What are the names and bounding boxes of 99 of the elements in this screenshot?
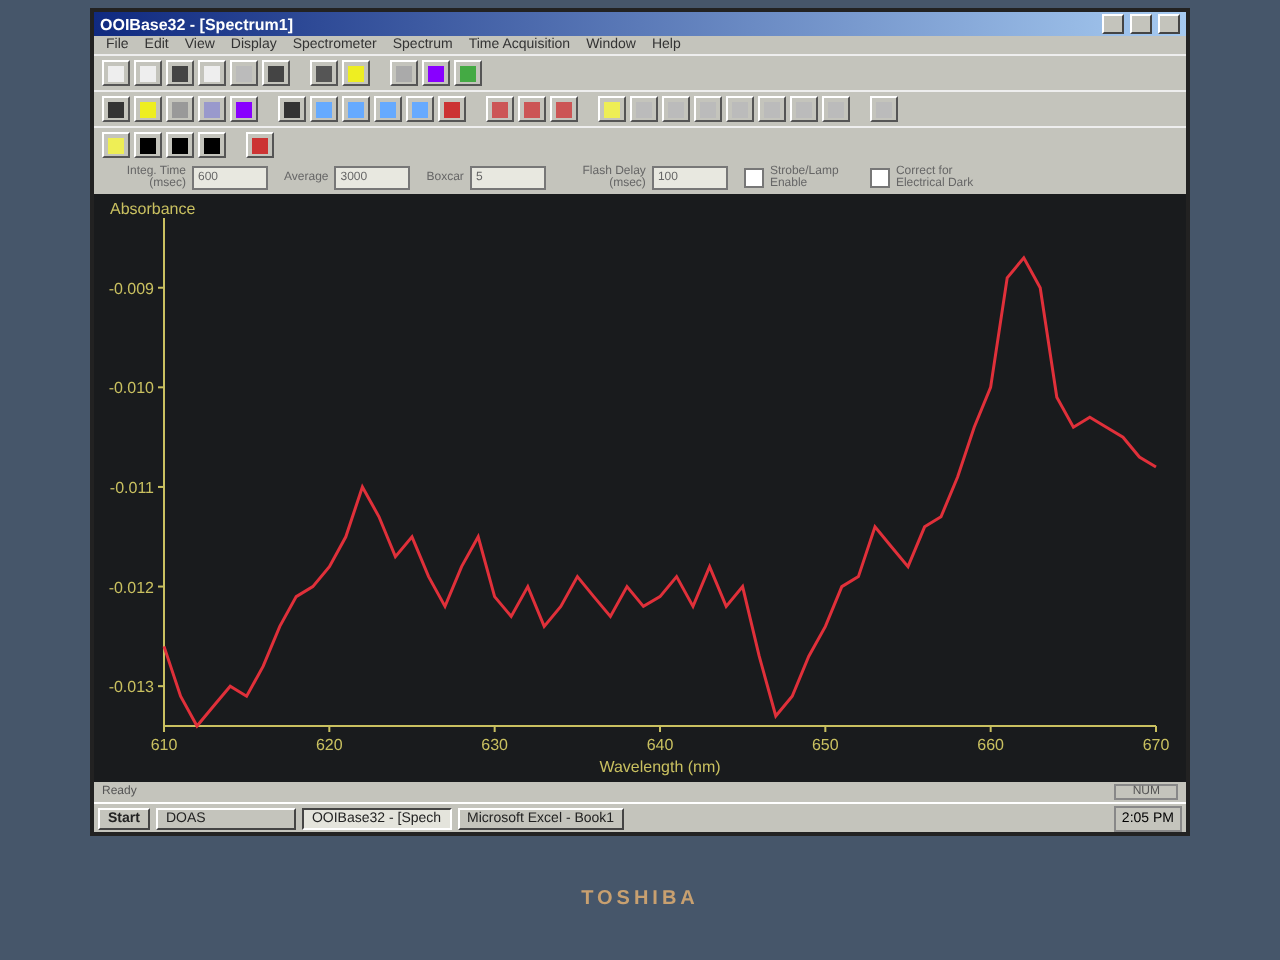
square-icon: [284, 101, 300, 117]
toolbar-button[interactable]: [262, 60, 290, 86]
toolbar-button[interactable]: [390, 60, 418, 86]
square-icon: [764, 101, 780, 117]
toolbar-button[interactable]: [102, 60, 130, 86]
square-icon: [108, 101, 124, 117]
toolbar-button[interactable]: [598, 96, 626, 122]
square-icon: [172, 65, 188, 81]
square-icon: [172, 137, 188, 153]
square-icon: [828, 101, 844, 117]
tick-label: 630: [481, 736, 509, 754]
square-icon: [252, 137, 268, 153]
toolbar-button[interactable]: [630, 96, 658, 122]
toolbar-button[interactable]: [134, 132, 162, 158]
tick-label: 610: [150, 736, 178, 754]
toolbar-button[interactable]: [422, 60, 450, 86]
minimize-button[interactable]: [1102, 14, 1124, 34]
square-icon: [412, 101, 428, 117]
toolbar-button[interactable]: [134, 60, 162, 86]
square-icon: [460, 65, 476, 81]
toolbar-button[interactable]: [822, 96, 850, 122]
square-icon: [236, 101, 252, 117]
window-title: OOIBase32 - [Spectrum1]: [100, 15, 295, 33]
square-icon: [204, 137, 220, 153]
square-icon: [396, 65, 412, 81]
checkbox[interactable]: [743, 168, 764, 188]
toolbar-button[interactable]: [102, 132, 130, 158]
square-icon: [268, 65, 284, 81]
square-icon: [636, 101, 652, 117]
toolbar-button[interactable]: [438, 96, 466, 122]
toolbar-button[interactable]: [790, 96, 818, 122]
toolbar-button[interactable]: [342, 60, 370, 86]
axis-title: Absorbance: [110, 200, 196, 218]
tick-label: 620: [315, 736, 343, 754]
toolbar-button[interactable]: [102, 96, 130, 122]
toolbar-button[interactable]: [166, 132, 194, 158]
toolbar-button[interactable]: [134, 96, 162, 122]
square-icon: [556, 101, 572, 117]
toolbar-button[interactable]: [230, 96, 258, 122]
square-icon: [140, 65, 156, 81]
toolbar-button[interactable]: [198, 60, 226, 86]
toolbar-button[interactable]: [694, 96, 722, 122]
square-icon: [444, 101, 460, 117]
toolbar-button[interactable]: [278, 96, 306, 122]
square-icon: [668, 101, 684, 117]
tick-label: 640: [646, 736, 674, 754]
square-icon: [348, 65, 364, 81]
square-icon: [172, 101, 188, 117]
tick-label: -0.011: [109, 478, 154, 497]
square-icon: [108, 137, 124, 153]
toolbar-button[interactable]: [166, 60, 194, 86]
toolbar-button[interactable]: [758, 96, 786, 122]
maximize-button[interactable]: [1130, 14, 1152, 34]
toolbar-button[interactable]: [198, 96, 226, 122]
toolbar-button[interactable]: [486, 96, 514, 122]
square-icon: [604, 101, 620, 117]
square-icon: [204, 65, 220, 81]
square-icon: [236, 65, 252, 81]
toolbar-button[interactable]: [310, 96, 338, 122]
toolbar-button[interactable]: [550, 96, 578, 122]
square-icon: [380, 101, 396, 117]
toolbar-button[interactable]: [454, 60, 482, 86]
axis-title: Wavelength (nm): [599, 758, 721, 776]
square-icon: [428, 65, 444, 81]
tick-label: 660: [977, 736, 1005, 754]
square-icon: [524, 101, 540, 117]
toolbar-button[interactable]: [374, 96, 402, 122]
toolbar-button[interactable]: [662, 96, 690, 122]
toolbar-button[interactable]: [310, 60, 338, 86]
square-icon: [204, 101, 220, 117]
toolbar-button[interactable]: [870, 96, 898, 122]
square-icon: [316, 101, 332, 117]
tick-label: -0.009: [108, 279, 154, 298]
toolbar-button[interactable]: [166, 96, 194, 122]
square-icon: [492, 101, 508, 117]
brand-logo: TOSHIBA: [581, 887, 699, 909]
toolbar-button[interactable]: [230, 60, 258, 86]
square-icon: [140, 137, 156, 153]
tick-label: 650: [811, 736, 839, 754]
tick-label: 670: [1142, 736, 1170, 754]
close-button[interactable]: [1158, 14, 1180, 34]
toolbar-button[interactable]: [406, 96, 434, 122]
checkbox[interactable]: [869, 168, 890, 188]
square-icon: [796, 101, 812, 117]
square-icon: [316, 65, 332, 81]
toolbar-button[interactable]: [518, 96, 546, 122]
toolbar-button[interactable]: [342, 96, 370, 122]
tick-label: -0.013: [108, 678, 154, 697]
square-icon: [732, 101, 748, 117]
square-icon: [876, 101, 892, 117]
tick-label: -0.010: [108, 379, 154, 398]
square-icon: [140, 101, 156, 117]
toolbar-button[interactable]: [198, 132, 226, 158]
toolbar-button[interactable]: [726, 96, 754, 122]
square-icon: [700, 101, 716, 117]
toolbar-button[interactable]: [246, 132, 274, 158]
square-icon: [348, 101, 364, 117]
tick-label: -0.012: [108, 578, 154, 597]
square-icon: [108, 65, 124, 81]
